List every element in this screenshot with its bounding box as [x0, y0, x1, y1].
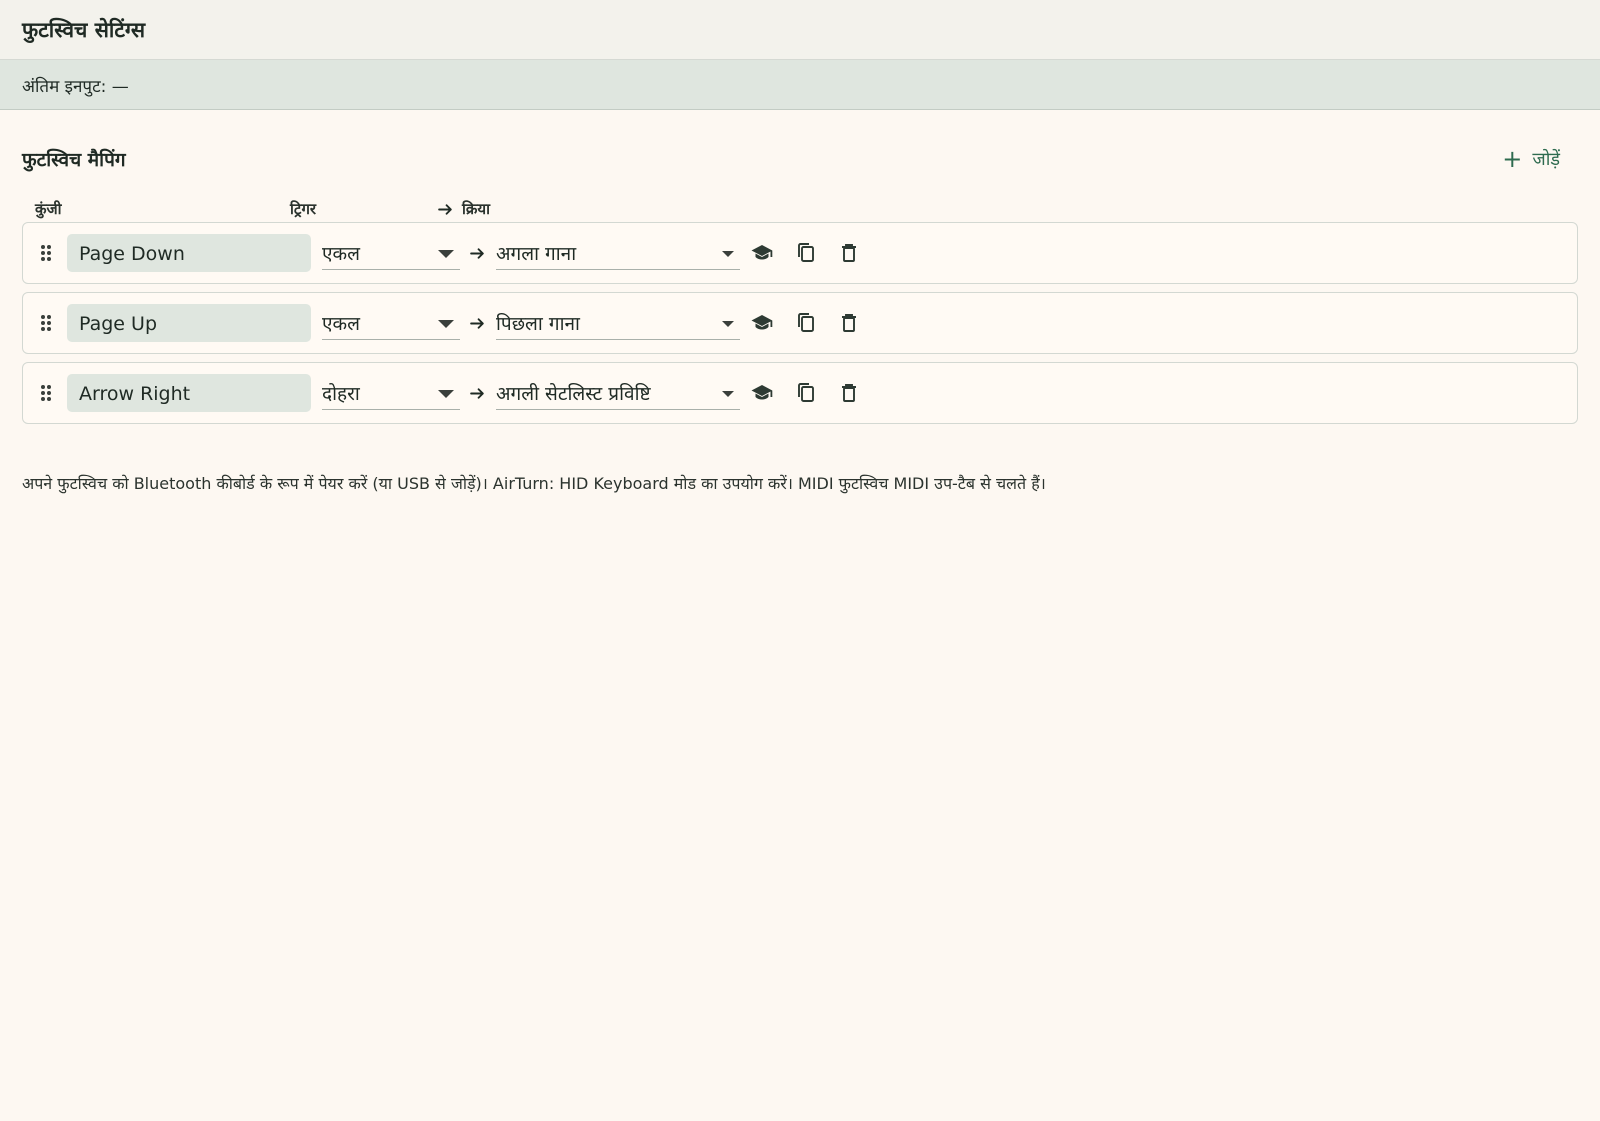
- chevron-down-icon: [438, 390, 454, 398]
- arrow-right-icon: [470, 318, 484, 329]
- action-select[interactable]: अगली सेटलिस्ट प्रविष्टि: [496, 376, 740, 410]
- chevron-down-icon: [722, 321, 734, 327]
- key-field[interactable]: Arrow Right: [67, 374, 311, 412]
- key-field[interactable]: Page Up: [67, 304, 311, 342]
- copy-icon[interactable]: [794, 241, 818, 265]
- add-mapping-button[interactable]: + जोड़ें: [1502, 144, 1560, 174]
- mapping-row: Arrow Right दोहरा अगली सेटलिस्ट प्रविष्ट…: [22, 362, 1578, 424]
- copy-icon[interactable]: [794, 311, 818, 335]
- key-field[interactable]: Page Down: [67, 234, 311, 272]
- help-text: अपने फुटस्विच को Bluetooth कीबोर्ड के रू…: [22, 474, 1046, 493]
- column-header-trigger: ट्रिगर: [290, 200, 317, 218]
- copy-icon[interactable]: [794, 381, 818, 405]
- section-title: फुटस्विच मैपिंग: [22, 149, 126, 171]
- arrow-right-icon: [438, 203, 452, 215]
- mapping-row: Page Up एकल पिछला गाना: [22, 292, 1578, 354]
- mapping-row: Page Down एकल अगला गाना: [22, 222, 1578, 284]
- chevron-down-icon: [438, 320, 454, 328]
- learn-icon[interactable]: [750, 381, 774, 405]
- trigger-select[interactable]: एकल: [322, 306, 460, 340]
- learn-icon[interactable]: [750, 241, 774, 265]
- add-mapping-label: जोड़ें: [1532, 149, 1560, 170]
- action-value: पिछला गाना: [496, 313, 580, 335]
- column-header-action: क्रिया: [437, 199, 490, 219]
- action-select[interactable]: अगला गाना: [496, 236, 740, 270]
- last-input-status: अंतिम इनपुट: —: [22, 77, 129, 97]
- drag-handle-icon[interactable]: [39, 313, 53, 333]
- plus-icon: +: [1502, 145, 1523, 173]
- drag-handle-icon[interactable]: [39, 243, 53, 263]
- column-header-action-label: क्रिया: [462, 200, 490, 218]
- chevron-down-icon: [722, 391, 734, 397]
- trigger-value: एकल: [322, 313, 360, 335]
- title-bar: फुटस्विच सेटिंग्स: [0, 0, 1600, 60]
- arrow-right-icon: [470, 388, 484, 399]
- status-bar: अंतिम इनपुट: —: [0, 60, 1600, 110]
- learn-icon[interactable]: [750, 311, 774, 335]
- delete-icon[interactable]: [837, 381, 861, 405]
- action-select[interactable]: पिछला गाना: [496, 306, 740, 340]
- delete-icon[interactable]: [837, 241, 861, 265]
- action-value: अगला गाना: [496, 243, 577, 265]
- window-title: फुटस्विच सेटिंग्स: [22, 18, 146, 42]
- column-header-key: कुंजी: [35, 200, 62, 218]
- trigger-value: दोहरा: [322, 383, 360, 405]
- trigger-select[interactable]: एकल: [322, 236, 460, 270]
- delete-icon[interactable]: [837, 311, 861, 335]
- trigger-select[interactable]: दोहरा: [322, 376, 460, 410]
- action-value: अगली सेटलिस्ट प्रविष्टि: [496, 383, 651, 405]
- chevron-down-icon: [438, 250, 454, 258]
- trigger-value: एकल: [322, 243, 360, 265]
- drag-handle-icon[interactable]: [39, 383, 53, 403]
- arrow-right-icon: [470, 248, 484, 259]
- chevron-down-icon: [722, 251, 734, 257]
